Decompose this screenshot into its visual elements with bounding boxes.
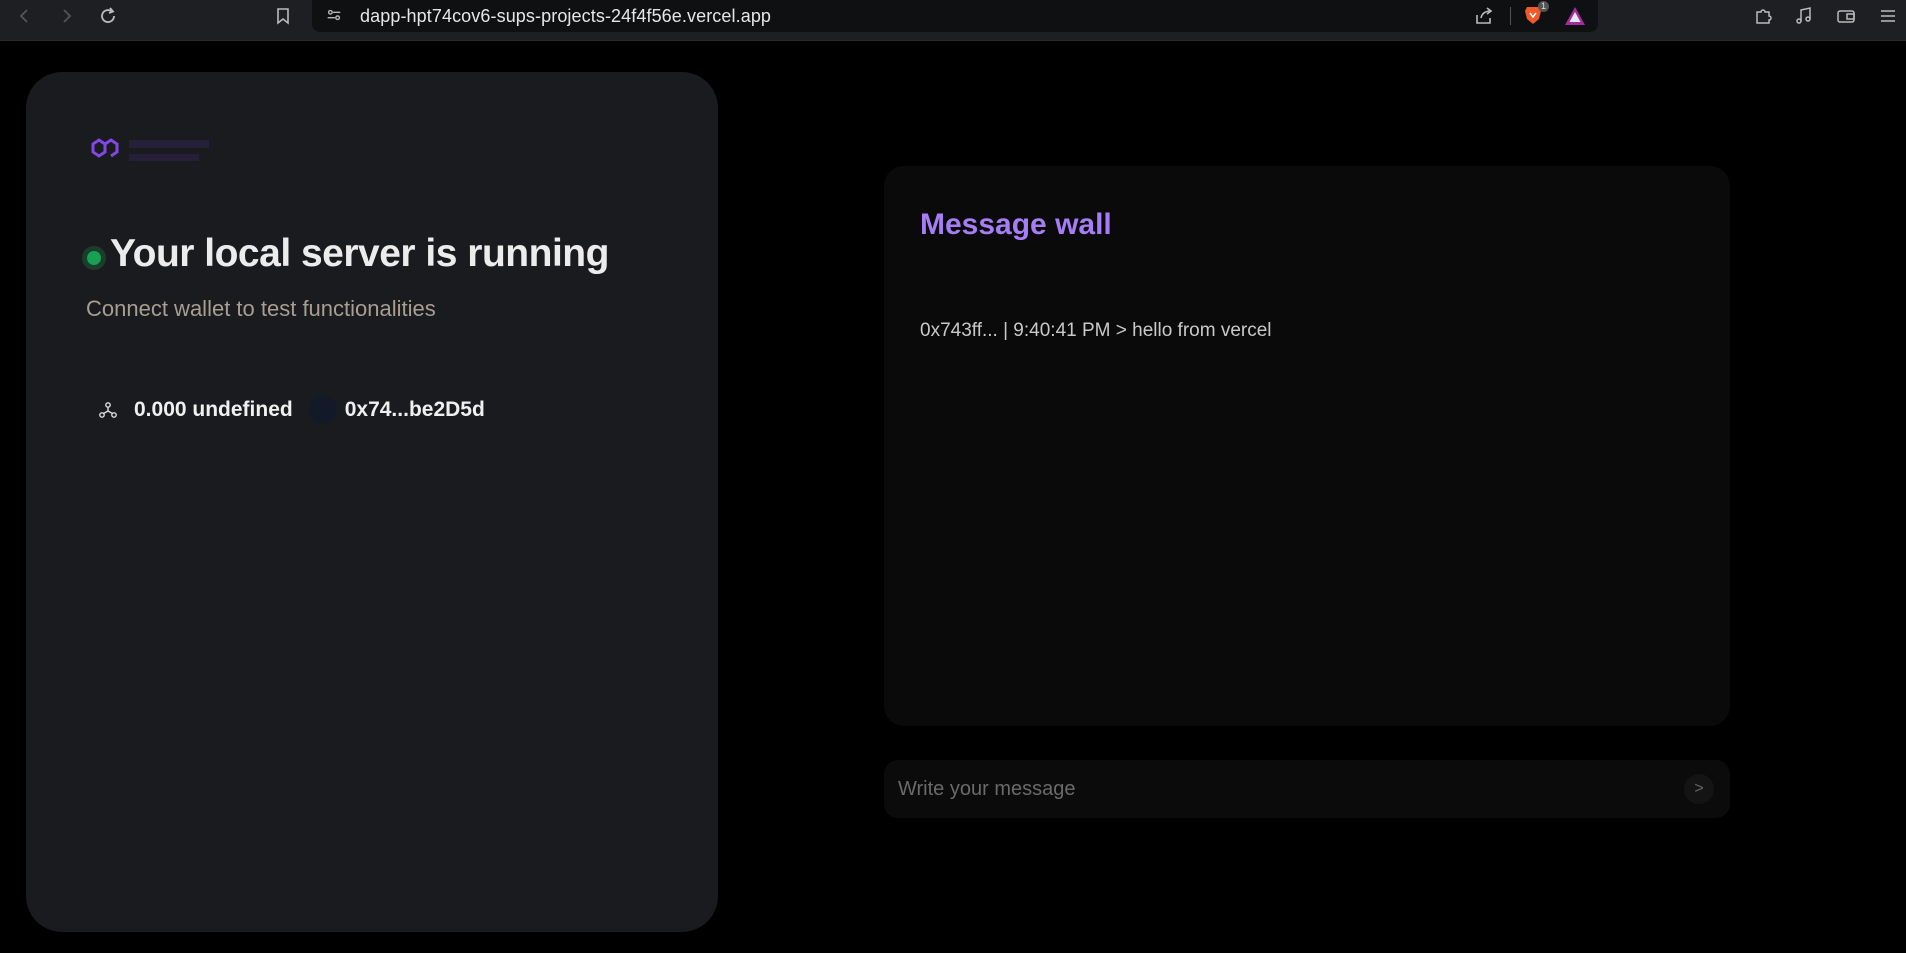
page-title: Your local server is running <box>110 232 609 275</box>
reload-icon[interactable] <box>96 4 120 28</box>
forward-icon[interactable] <box>54 4 78 28</box>
wallet-balance[interactable]: 0.000 undefined <box>134 398 293 422</box>
message-input[interactable] <box>898 770 1658 808</box>
shields-count-badge: 1 <box>1538 1 1550 12</box>
wallet-account-row[interactable]: 0.000 undefined 0x74...be2D5d <box>96 394 485 426</box>
page-subtitle: Connect wallet to test functionalities <box>86 296 436 321</box>
message-composer: > <box>884 760 1730 818</box>
message-wall-panel: Message wall 0x743ff... | 9:40:41 PM > h… <box>884 166 1730 726</box>
network-icon[interactable] <box>96 398 120 422</box>
address-bar[interactable]: dapp-hpt74cov6-sups-projects-24f4f56e.ve… <box>312 0 1598 32</box>
send-button[interactable]: > <box>1684 774 1714 804</box>
url-text[interactable]: dapp-hpt74cov6-sups-projects-24f4f56e.ve… <box>360 6 771 27</box>
server-status-card: Your local server is running Connect wal… <box>26 72 718 932</box>
wallet-icon[interactable] <box>1834 4 1858 28</box>
bookmark-icon[interactable] <box>271 4 295 28</box>
brave-rewards-icon[interactable] <box>1563 5 1587 32</box>
extensions-icon[interactable] <box>1751 4 1775 28</box>
wallet-address[interactable]: 0x74...be2D5d <box>345 398 485 422</box>
message-wall-title: Message wall <box>920 208 1112 241</box>
avatar[interactable] <box>308 396 337 424</box>
polygon-logo-icon <box>89 134 123 167</box>
server-status-indicator <box>82 246 106 270</box>
media-icon[interactable] <box>1792 4 1816 28</box>
back-icon[interactable] <box>13 4 37 28</box>
toolbar-divider <box>1510 7 1511 25</box>
logo-wordmark-icon <box>129 140 209 161</box>
menu-icon[interactable] <box>1876 4 1900 28</box>
browser-toolbar: dapp-hpt74cov6-sups-projects-24f4f56e.ve… <box>0 0 1906 41</box>
share-icon[interactable] <box>1472 4 1496 28</box>
list-item: 0x743ff... | 9:40:41 PM > hello from ver… <box>920 320 1272 341</box>
site-settings-icon[interactable] <box>325 6 343 29</box>
